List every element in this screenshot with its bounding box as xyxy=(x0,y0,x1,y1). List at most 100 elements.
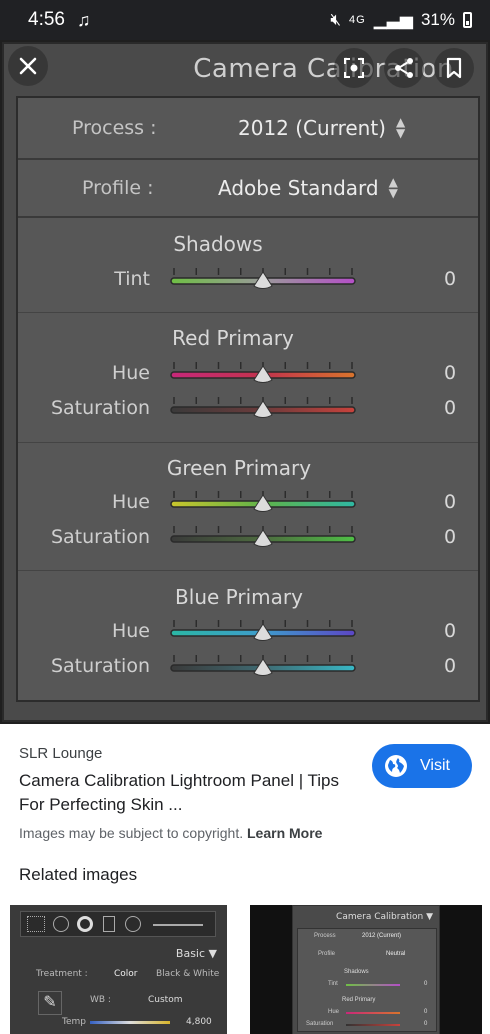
thumb2-panel: Camera Calibration ▼ Process 2012 (Curre… xyxy=(292,905,440,1034)
thumb2-profile-value: Neutral xyxy=(386,951,406,957)
green-saturation-slider[interactable] xyxy=(168,522,358,552)
divider xyxy=(18,442,478,443)
slider-value: 0 xyxy=(444,397,457,419)
visit-button[interactable]: Visit xyxy=(372,744,472,788)
process-label: Process : xyxy=(72,117,157,139)
slider-label: Tint xyxy=(114,268,150,290)
blue-saturation-slider[interactable] xyxy=(168,651,358,681)
section-title-red-primary: Red Primary xyxy=(172,326,294,350)
thumb2-saturation-value: 0 xyxy=(424,1021,428,1027)
toolbar-strip xyxy=(20,911,216,937)
process-value: 2012 (Current) xyxy=(238,116,386,140)
source-name[interactable]: SLR Lounge xyxy=(19,745,102,762)
slider-value: 0 xyxy=(444,620,457,642)
slider-label: Hue xyxy=(111,491,150,513)
related-image-2[interactable]: Camera Calibration ▼ Process 2012 (Curre… xyxy=(250,905,482,1034)
slider-value: 0 xyxy=(444,526,457,548)
updown-arrow-icon: ▲ ▼ xyxy=(395,115,406,140)
slider-label: Saturation xyxy=(50,397,150,419)
radial-icon xyxy=(125,916,141,932)
green-hue-slider[interactable] xyxy=(168,487,358,517)
copyright-text: Images may be subject to copyright. xyxy=(19,825,244,841)
section-title-green-primary: Green Primary xyxy=(166,456,312,480)
music-note-icon: ♫ xyxy=(76,9,91,30)
redeye-icon xyxy=(77,916,93,932)
thumb1-temp: Temp xyxy=(62,1017,86,1027)
divider xyxy=(18,570,478,571)
crop-icon xyxy=(27,916,45,932)
battery-icon xyxy=(463,12,472,28)
slider-label: Hue xyxy=(111,620,150,642)
calibration-box: Process : 2012 (Current) ▲ ▼ Profile : Ad… xyxy=(16,96,480,702)
thumb1-color: Color xyxy=(114,969,138,979)
learn-more-link[interactable]: Learn More xyxy=(247,825,322,841)
globe-icon xyxy=(385,755,407,777)
thumb1-wb: WB : xyxy=(90,995,111,1005)
slider-label: Saturation xyxy=(50,655,150,677)
temp-slider xyxy=(90,1021,170,1024)
thumb2-red-primary: Red Primary xyxy=(342,997,376,1003)
thumb2-shadows: Shadows xyxy=(344,969,369,975)
status-indicators: 🔇︎ 4G ▁▃▅ 31% xyxy=(330,10,472,30)
status-bar: 4:56 ♫ 🔇︎ 4G ▁▃▅ 31% xyxy=(0,0,490,40)
thumb2-tint-value: 0 xyxy=(424,981,428,987)
battery-level: 31% xyxy=(420,10,455,29)
brush-slider xyxy=(153,924,203,926)
section-title-shadows: Shadows xyxy=(173,232,263,256)
thumb2-hue-slider xyxy=(346,1012,400,1014)
eyedropper-icon: ✎ xyxy=(38,991,62,1015)
status-time: 4:56 xyxy=(28,9,65,30)
bookmark-icon xyxy=(446,57,462,79)
close-button[interactable] xyxy=(8,46,48,86)
thumb2-hue-value: 0 xyxy=(424,1009,428,1015)
thumb2-tint-slider xyxy=(346,984,400,986)
profile-row: Profile : Adobe Standard ▲ ▼ xyxy=(18,160,478,218)
blue-hue-slider[interactable] xyxy=(168,616,358,646)
thumb2-hue: Hue xyxy=(328,1009,340,1015)
related-heading: Related images xyxy=(19,865,138,884)
red-hue-slider[interactable] xyxy=(168,358,358,388)
divider xyxy=(18,312,478,313)
profile-label: Profile : xyxy=(82,177,154,199)
tint-slider[interactable] xyxy=(168,264,358,294)
slider-value: 0 xyxy=(444,268,457,290)
result-title[interactable]: Camera Calibration Lightroom Panel | Tip… xyxy=(19,769,359,817)
thumb2-saturation-slider xyxy=(346,1024,400,1026)
profile-value: Adobe Standard xyxy=(218,176,379,200)
thumb1-basic: Basic ▼ xyxy=(175,947,217,960)
filter-icon xyxy=(103,916,115,932)
thumb2-process: Process xyxy=(314,933,336,939)
image-viewer[interactable]: Camera Calibration Process : 2012 (Curre… xyxy=(0,40,490,724)
share-icon xyxy=(395,58,413,78)
red-saturation-slider[interactable] xyxy=(168,393,358,423)
updown-arrow-icon: ▲ ▼ xyxy=(388,175,398,200)
thumb1-bw: Black & White xyxy=(156,969,220,979)
thumb2-process-value: 2012 (Current) xyxy=(362,933,402,939)
lens-icon xyxy=(344,58,364,78)
thumb2-saturation: Saturation xyxy=(306,1021,334,1027)
slider-value: 0 xyxy=(444,491,457,513)
close-icon xyxy=(19,57,37,75)
lightroom-panel-image: Camera Calibration Process : 2012 (Curre… xyxy=(2,42,488,722)
signal-icon: ▁▃▅ xyxy=(373,10,413,29)
visit-label: Visit xyxy=(420,757,450,774)
share-button[interactable] xyxy=(384,48,424,88)
thumb2-title: Camera Calibration ▼ xyxy=(336,912,433,922)
slider-value: 0 xyxy=(444,362,457,384)
related-image-1[interactable]: Basic ▼ Treatment : Color Black & White … xyxy=(10,905,227,1034)
mute-icon: 🔇︎ xyxy=(330,10,342,29)
copyright-notice: Images may be subject to copyright. Lear… xyxy=(19,825,322,841)
process-row: Process : 2012 (Current) ▲ ▼ xyxy=(18,98,478,160)
thumb1-treatment: Treatment : xyxy=(36,969,88,979)
thumb2-box: Process 2012 (Current) Profile Neutral S… xyxy=(297,928,437,1032)
thumb2-tint: Tint xyxy=(328,981,338,987)
slider-label: Saturation xyxy=(50,526,150,548)
slider-value: 0 xyxy=(444,655,457,677)
save-button[interactable] xyxy=(434,48,474,88)
slider-label: Hue xyxy=(111,362,150,384)
result-info: SLR Lounge Camera Calibration Lightroom … xyxy=(0,724,490,1034)
thumb1-temp-value: 4,800 xyxy=(186,1017,212,1027)
thumb1-custom: Custom xyxy=(148,995,183,1005)
network-type: 4G xyxy=(349,14,366,26)
lens-button[interactable] xyxy=(334,48,374,88)
